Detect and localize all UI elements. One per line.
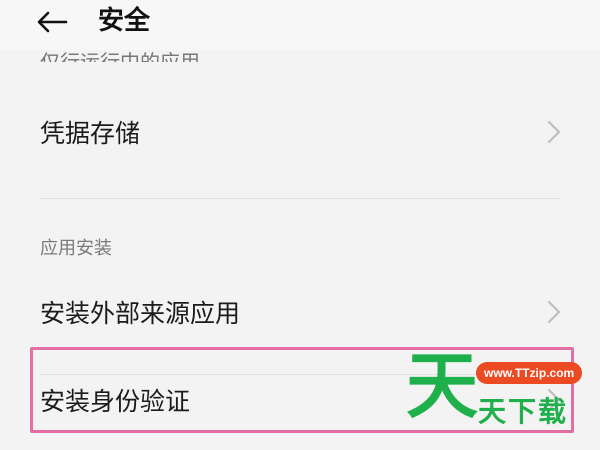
security-settings-page: 安全 仅行运行中的应用 凭据存储 应用安装 安装外部来源应用 安装身份验证 天 …	[0, 0, 600, 450]
install-identity-verification-label: 安装身份验证	[40, 387, 191, 416]
credential-storage-label: 凭据存储	[40, 119, 141, 148]
chevron-right-icon	[547, 300, 561, 324]
credential-storage-item[interactable]: 凭据存储	[0, 92, 600, 172]
section-header-app-install: 应用安装	[40, 238, 112, 259]
install-identity-verification-item[interactable]: 安装身份验证	[0, 360, 600, 440]
back-button[interactable]	[32, 6, 72, 38]
app-header: 安全	[0, 0, 600, 50]
divider	[40, 198, 560, 199]
chevron-right-icon	[547, 120, 561, 144]
arrow-left-icon	[37, 11, 68, 33]
install-external-sources-label: 安装外部来源应用	[40, 299, 241, 328]
chevron-right-icon	[547, 388, 561, 412]
install-external-sources-item[interactable]: 安装外部来源应用	[0, 272, 600, 352]
page-title: 安全	[98, 6, 151, 36]
